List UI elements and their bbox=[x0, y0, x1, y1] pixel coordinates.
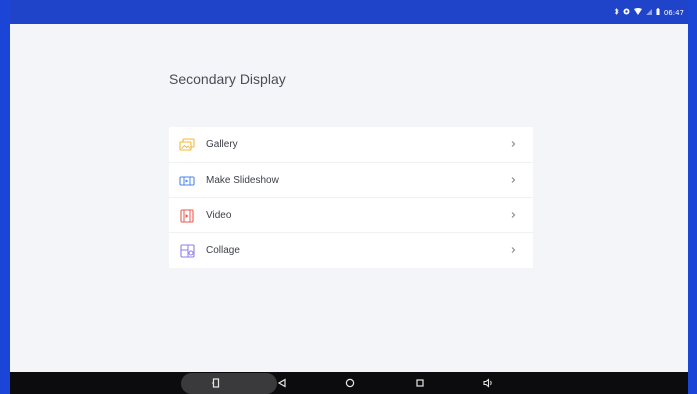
menu-item-video[interactable]: Video bbox=[169, 197, 533, 233]
status-clock: 06:47 bbox=[663, 8, 684, 17]
main-screen: Secondary Display Gallery Make Slideshow… bbox=[10, 24, 688, 372]
chevron-right-icon bbox=[507, 174, 519, 186]
menu-item-label: Video bbox=[206, 210, 232, 221]
chevron-right-icon bbox=[507, 244, 519, 256]
battery-icon bbox=[656, 8, 660, 17]
collage-icon bbox=[179, 243, 195, 259]
bluetooth-icon bbox=[614, 8, 619, 17]
volume-icon[interactable] bbox=[482, 377, 494, 389]
circle-icon bbox=[623, 8, 630, 17]
recents-icon[interactable] bbox=[414, 377, 426, 389]
menu-item-label: Gallery bbox=[206, 139, 238, 150]
menu-item-label: Make Slideshow bbox=[206, 175, 279, 186]
menu-item-make-slideshow[interactable]: Make Slideshow bbox=[169, 162, 533, 198]
status-icons: 06:47 bbox=[614, 8, 684, 17]
screenshot-icon[interactable] bbox=[210, 377, 222, 389]
menu-item-collage[interactable]: Collage bbox=[169, 232, 533, 268]
status-bar: 06:47 bbox=[10, 0, 688, 24]
menu-item-label: Collage bbox=[206, 245, 240, 256]
video-icon bbox=[179, 208, 195, 224]
back-icon[interactable] bbox=[276, 377, 288, 389]
navigation-bar bbox=[10, 372, 688, 394]
chevron-right-icon bbox=[507, 209, 519, 221]
page-title: Secondary Display bbox=[169, 71, 286, 87]
home-icon[interactable] bbox=[344, 377, 356, 389]
gallery-icon bbox=[179, 137, 195, 153]
menu-card: Gallery Make Slideshow Video Collage bbox=[169, 127, 533, 268]
chevron-right-icon bbox=[507, 138, 519, 150]
wifi-icon bbox=[633, 8, 642, 17]
no-sim-icon bbox=[645, 8, 652, 17]
nav-pill-highlight bbox=[181, 373, 277, 394]
slideshow-icon bbox=[179, 173, 195, 189]
menu-item-gallery[interactable]: Gallery bbox=[169, 127, 533, 162]
